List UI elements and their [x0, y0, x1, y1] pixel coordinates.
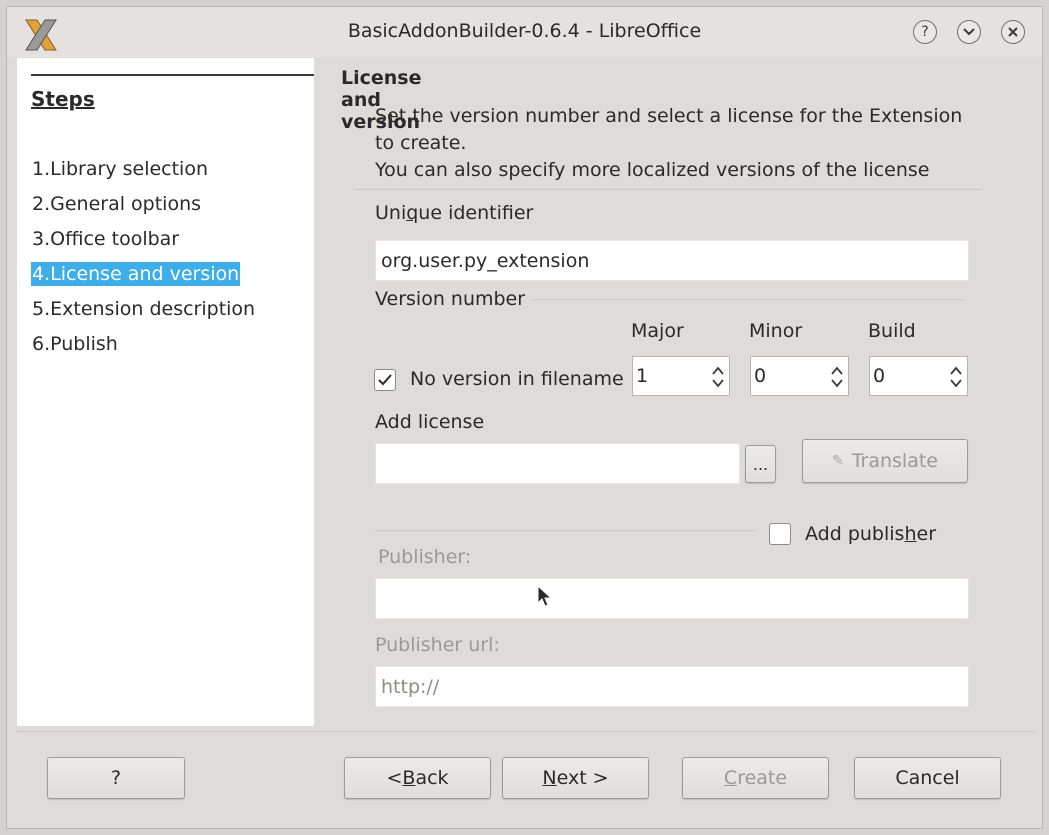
publisher-url-label: Publisher url:	[375, 634, 500, 656]
chevron-down-icon	[963, 28, 975, 36]
build-label: Build	[868, 320, 916, 342]
step-office-toolbar[interactable]: 3.Office toolbar	[31, 227, 180, 251]
minor-label: Minor	[749, 320, 803, 342]
no-version-checkbox[interactable]	[374, 369, 396, 391]
checkmark-icon	[378, 374, 392, 386]
dialog-window: BasicAddonBuilder-0.6.4 - LibreOffice ? …	[6, 6, 1043, 829]
major-spinbox[interactable]: 1	[632, 356, 730, 396]
publisher-url-input[interactable]: http://	[375, 666, 969, 707]
license-input[interactable]	[375, 443, 740, 484]
cancel-button[interactable]: Cancel	[854, 757, 1001, 799]
publisher-label: Publisher:	[378, 546, 472, 568]
step-general-options[interactable]: 2.General options	[31, 192, 202, 216]
window-title: BasicAddonBuilder-0.6.4 - LibreOffice	[347, 20, 702, 42]
major-label: Major	[631, 320, 684, 342]
next-button[interactable]: Next >	[502, 757, 649, 799]
minor-spinbox[interactable]: 0	[750, 356, 849, 396]
step-license-and-version[interactable]: 4.License and version	[31, 262, 241, 286]
spin-arrows-icon[interactable]	[711, 362, 725, 392]
minor-value: 0	[754, 365, 767, 387]
no-version-label[interactable]: No version in filename	[410, 368, 624, 390]
add-publisher-checkbox[interactable]	[769, 523, 791, 545]
back-button[interactable]: < Back	[344, 757, 491, 799]
translate-button[interactable]: ✎ Translate	[802, 439, 968, 483]
description-line-2: You can also specify more localized vers…	[375, 159, 930, 181]
spin-arrows-icon[interactable]	[949, 362, 963, 392]
major-value: 1	[636, 365, 649, 387]
help-icon: ?	[921, 24, 929, 40]
footer-divider	[17, 731, 1035, 732]
step-library-selection[interactable]: 1.Library selection	[31, 157, 209, 181]
close-icon	[1008, 27, 1018, 37]
help-window-button[interactable]: ?	[913, 20, 937, 44]
add-publisher-label[interactable]: Add publisher	[805, 523, 936, 545]
spin-arrows-icon[interactable]	[830, 362, 844, 392]
browse-license-button[interactable]: ...	[745, 445, 776, 483]
version-number-divider	[532, 299, 964, 300]
steps-heading: Steps	[31, 87, 95, 111]
description: Set the version number and select a lice…	[375, 103, 975, 184]
steps-pane: Steps 1.Library selection 2.General opti…	[17, 58, 314, 726]
publisher-divider	[375, 530, 755, 531]
description-divider	[353, 189, 983, 190]
create-button[interactable]: Create	[682, 757, 829, 799]
mouse-cursor-icon	[537, 585, 553, 607]
version-number-label: Version number	[375, 288, 526, 310]
translate-icon: ✎	[831, 453, 844, 469]
description-line-1: Set the version number and select a lice…	[375, 105, 963, 154]
step-extension-description[interactable]: 5.Extension description	[31, 297, 256, 321]
help-button[interactable]: ?	[47, 757, 185, 799]
publisher-input[interactable]	[375, 578, 969, 619]
title-bar[interactable]: BasicAddonBuilder-0.6.4 - LibreOffice ?	[7, 7, 1042, 57]
close-window-button[interactable]	[1001, 20, 1025, 44]
minimize-window-button[interactable]	[957, 20, 981, 44]
step-publish[interactable]: 6.Publish	[31, 332, 119, 356]
add-license-label: Add license	[375, 411, 485, 433]
unique-identifier-label: Unique identifier	[375, 202, 534, 224]
steps-divider	[31, 74, 314, 76]
build-spinbox[interactable]: 0	[869, 356, 968, 396]
unique-identifier-input[interactable]: org.user.py_extension	[375, 240, 969, 281]
build-value: 0	[873, 365, 886, 387]
